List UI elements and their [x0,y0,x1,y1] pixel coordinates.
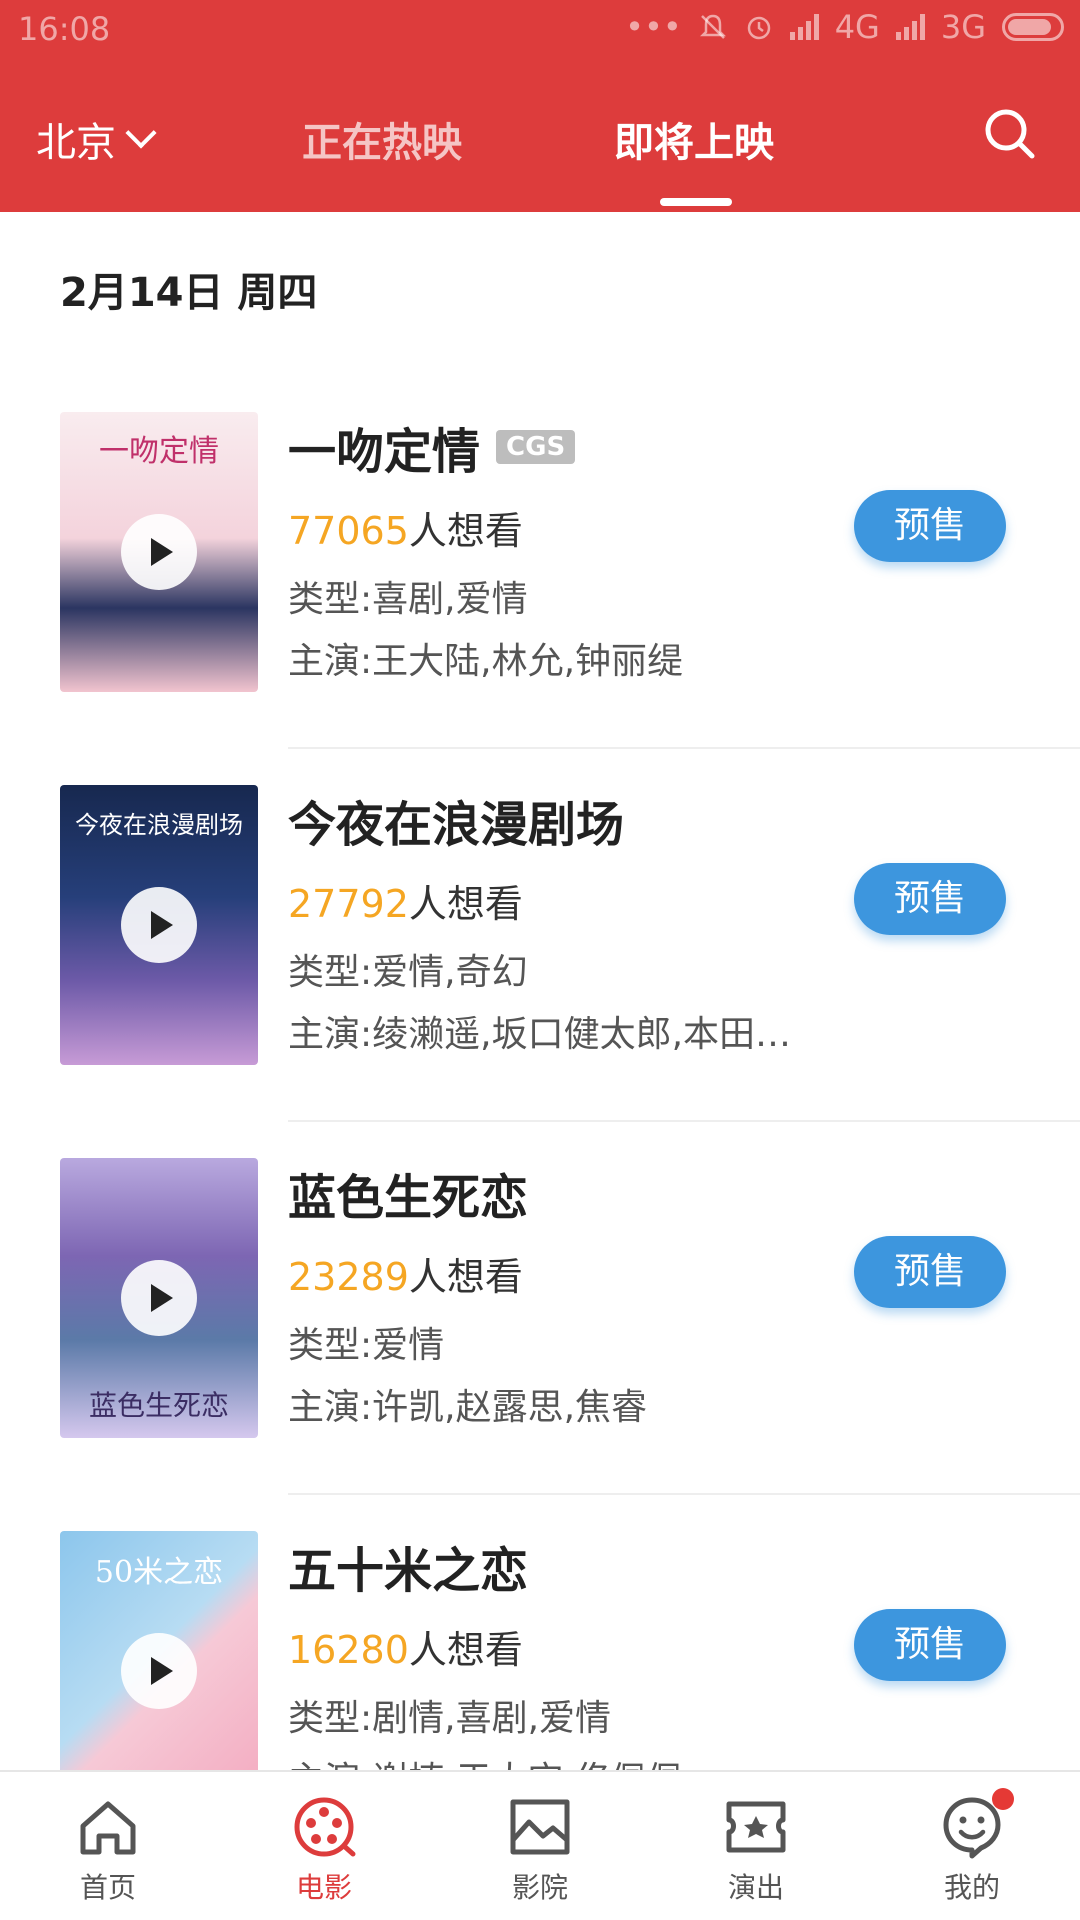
play-icon[interactable] [121,1260,197,1336]
movie-title-row: 一吻定情 CGS [288,412,576,482]
presale-button[interactable]: 预售 [854,863,1006,935]
release-date-heading: 2月14日 周四 [60,270,318,316]
movie-poster[interactable]: 今夜在浪漫剧场 [60,785,258,1065]
poster-title-text: 今夜在浪漫剧场 [75,811,243,839]
signal-icon [789,14,819,40]
tab-coming-soon[interactable]: 即将上映 [614,110,774,168]
mute-bell-icon [699,14,726,39]
movie-cast: 主演:王大陆,林允,钟丽缇 [288,641,684,682]
movie-genre: 类型:爱情,奇幻 [288,952,528,993]
want-count: 77065 [288,509,409,553]
want-suffix: 人想看 [408,509,523,553]
want-to-see: 77065人想看 [288,500,523,555]
poster-title-text: 蓝色生死恋 [88,1389,229,1422]
movie-title: 蓝色生死恋 [288,1170,529,1226]
home-icon [80,1801,136,1855]
movie-item[interactable]: 一吻定情 一吻定情 CGS 77065人想看 类型:喜剧,爱情 主演:王大陆,林… [0,376,1080,749]
want-to-see: 16280人想看 [288,1619,523,1674]
signal-icon-2 [895,14,925,40]
movie-cast: 主演:许凯,赵露思,焦睿 [288,1387,648,1428]
notification-dot [992,1788,1014,1810]
search-icon[interactable] [982,106,1038,162]
play-icon[interactable] [121,1633,197,1709]
want-suffix: 人想看 [408,1255,523,1299]
movie-title-row: 蓝色生死恋 [288,1158,528,1228]
movie-cast: 主演:绫濑遥,坂口健太郎,本田… [288,1014,792,1055]
want-count: 27792 [288,882,409,926]
nav-home[interactable]: 首页 [38,1792,178,1906]
film-reel-icon [294,1797,356,1857]
nav-label: 我的 [943,1871,1000,1904]
network-3g-label: 3G [940,8,986,46]
nav-label: 演出 [727,1871,784,1904]
nav-label: 首页 [79,1871,136,1904]
poster-title-text: 50米之恋 [94,1555,224,1590]
tab-now-showing[interactable]: 正在热映 [302,110,462,168]
chevron-down-icon [125,117,157,149]
want-suffix: 人想看 [408,1628,523,1672]
movie-poster[interactable]: 蓝色生死恋 [60,1158,258,1438]
presale-button[interactable]: 预售 [854,1236,1006,1308]
nav-label: 电影 [295,1871,352,1904]
city-label: 北京 [36,120,116,166]
battery-icon [1002,13,1064,41]
movie-title: 一吻定情 [288,424,481,480]
nav-label: 影院 [511,1871,568,1904]
nav-profile[interactable]: 我的 [902,1788,1042,1906]
cinema-icon [510,1799,570,1855]
play-icon[interactable] [121,514,197,590]
status-icons: ••• 4G 3G [625,8,1064,46]
nav-movies[interactable]: 电影 [254,1792,394,1906]
status-time: 16:08 [18,10,111,48]
movie-item[interactable]: 蓝色生死恋 蓝色生死恋 23289人想看 类型:爱情 主演:许凯,赵露思,焦睿 … [0,1122,1080,1495]
format-badge: CGS [496,430,576,464]
movie-title: 今夜在浪漫剧场 [288,797,625,853]
want-to-see: 23289人想看 [288,1246,523,1301]
movie-title-row: 今夜在浪漫剧场 [288,785,624,855]
nav-shows[interactable]: 演出 [686,1792,826,1906]
status-bar: 16:08 ••• 4G 3G [0,0,1080,62]
city-selector[interactable]: 北京 [36,110,157,168]
movie-cast: 主演:谢楠,于大宝,佟佩佩 [288,1751,828,1770]
top-navbar: 北京 正在热映 即将上映 [0,62,1080,212]
poster-title-text: 一吻定情 [99,434,219,469]
presale-button[interactable]: 预售 [854,1609,1006,1681]
want-count: 23289 [288,1255,409,1299]
network-4g-label: 4G [834,8,880,46]
movie-poster[interactable]: 50米之恋 [60,1531,258,1770]
ticket-star-icon [726,1801,786,1853]
nav-cinemas[interactable]: 影院 [470,1792,610,1906]
movie-genre: 类型:剧情,喜剧,爱情 [288,1698,612,1739]
bottom-nav: 首页 电影 影院 演出 我的 [0,1770,1080,1920]
active-tab-indicator [660,198,732,206]
more-dots-icon: ••• [625,8,682,46]
want-to-see: 27792人想看 [288,873,523,928]
movie-title: 五十米之恋 [288,1543,529,1599]
want-count: 16280 [288,1628,409,1672]
movie-genre: 类型:喜剧,爱情 [288,579,528,620]
app-header: 16:08 ••• 4G 3G 北京 正在热映 即将上映 [0,0,1080,212]
movie-item[interactable]: 今夜在浪漫剧场 今夜在浪漫剧场 27792人想看 类型:爱情,奇幻 主演:绫濑遥… [0,749,1080,1122]
movie-title-row: 五十米之恋 [288,1531,528,1601]
movie-genre: 类型:爱情 [288,1325,445,1366]
play-icon[interactable] [121,887,197,963]
movie-poster[interactable]: 一吻定情 [60,412,258,692]
alarm-icon [747,16,770,40]
movie-item[interactable]: 50米之恋 五十米之恋 16280人想看 类型:剧情,喜剧,爱情 主演:谢楠,于… [0,1495,1080,1770]
movie-list: 一吻定情 一吻定情 CGS 77065人想看 类型:喜剧,爱情 主演:王大陆,林… [0,376,1080,1770]
want-suffix: 人想看 [408,882,523,926]
presale-button[interactable]: 预售 [854,490,1006,562]
